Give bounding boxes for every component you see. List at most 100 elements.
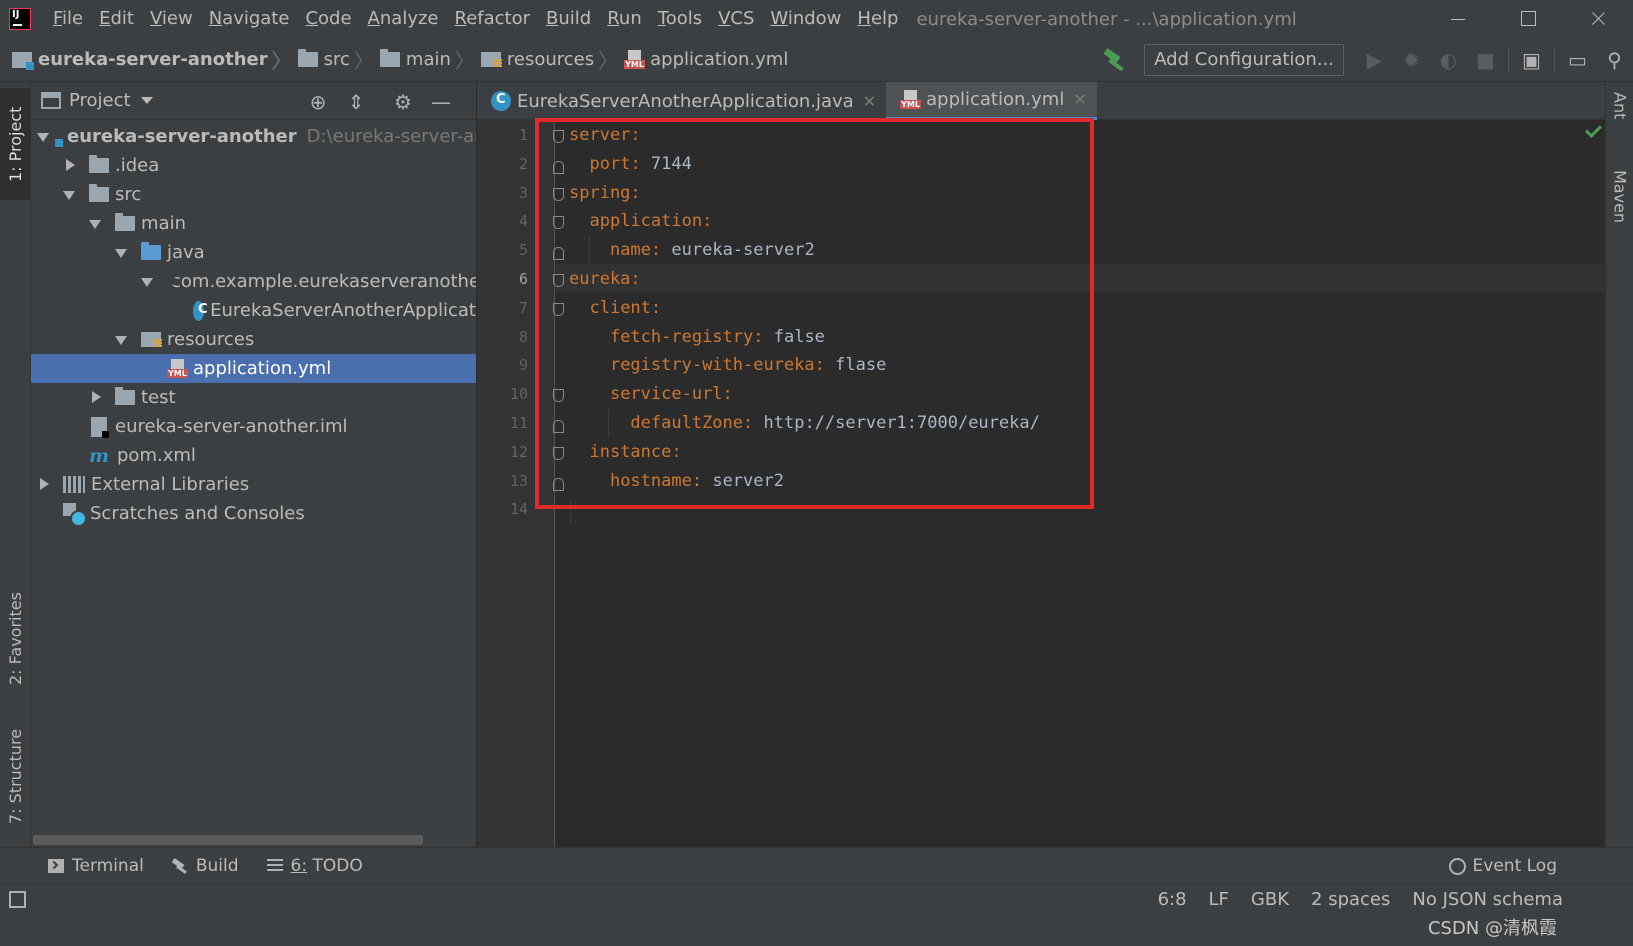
menu-analyze[interactable]: Analyze <box>360 0 447 38</box>
chevron-down-icon[interactable] <box>140 97 153 104</box>
menu-refactor[interactable]: Refactor <box>447 0 539 38</box>
tree-item-resources[interactable]: resources <box>31 325 476 354</box>
breadcrumb-src[interactable]: src 〉 <box>297 45 380 74</box>
file-encoding[interactable]: GBK <box>1251 889 1289 910</box>
tool-tab-ant[interactable]: Ant <box>1606 92 1633 152</box>
breadcrumb-label: application.yml <box>650 49 789 70</box>
json-schema-status[interactable]: No JSON schema <box>1412 889 1563 910</box>
menu-build[interactable]: Build <box>538 0 599 38</box>
tree-item-label: .idea <box>115 155 160 176</box>
tree-item-label: test <box>141 387 176 408</box>
gear-icon[interactable]: ⚙ <box>392 91 414 113</box>
project-panel-title[interactable]: Project <box>69 90 131 111</box>
search-everywhere-icon[interactable]: ⚲ <box>1596 45 1633 75</box>
menu-code[interactable]: Code <box>297 0 359 38</box>
expand-arrow-icon[interactable] <box>115 329 129 350</box>
tree-item-root[interactable]: eureka-server-another D:\eureka-server-a… <box>31 122 476 151</box>
inspection-ok-icon[interactable] <box>1583 120 1605 142</box>
tree-item-iml[interactable]: eureka-server-another.iml <box>31 412 476 441</box>
yaml-file-icon <box>900 89 921 110</box>
tree-item-pom[interactable]: m pom.xml <box>31 441 476 470</box>
menu-help[interactable]: Help <box>849 0 906 38</box>
toolbar-divider <box>1554 47 1555 73</box>
close-tab-icon[interactable]: ✕ <box>863 92 876 111</box>
run-icon[interactable]: ▶ <box>1356 45 1393 75</box>
horizontal-scrollbar[interactable] <box>33 835 423 845</box>
tree-item-scratches[interactable]: Scratches and Consoles <box>31 499 476 528</box>
tool-tab-structure[interactable]: 7: Structure <box>0 720 31 832</box>
tree-item-label: com.example.eurekaserveranothe <box>171 271 477 292</box>
breadcrumb-project[interactable]: eureka-server-another 〉 <box>12 45 298 74</box>
menu-file[interactable]: File <box>45 0 91 38</box>
stop-icon[interactable]: ■ <box>1467 45 1504 75</box>
tool-tab-label: 6: TODO <box>290 855 363 876</box>
breadcrumb-main[interactable]: main 〉 <box>379 45 481 74</box>
menu-edit[interactable]: Edit <box>91 0 142 38</box>
expand-arrow-icon[interactable] <box>141 271 153 292</box>
run-with-coverage-icon[interactable]: ◐ <box>1430 45 1467 75</box>
tool-tab-favorites[interactable]: 2: Favorites <box>0 579 31 699</box>
tree-item-idea[interactable]: .idea <box>31 151 476 180</box>
tree-item-test[interactable]: test <box>31 383 476 412</box>
tab-java-class[interactable]: EurekaServerAnotherApplication.java ✕ <box>477 82 886 120</box>
tree-item-main-class[interactable]: EurekaServerAnotherApplicat <box>31 296 476 325</box>
add-configuration-button[interactable]: Add Configuration... <box>1144 44 1344 76</box>
line-number: 5 <box>518 241 528 260</box>
tree-item-main[interactable]: main <box>31 209 476 238</box>
tool-tab-terminal[interactable]: Terminal <box>42 856 150 876</box>
collapse-all-icon[interactable]: ⇕ <box>345 91 367 113</box>
expand-arrow-icon[interactable] <box>37 126 49 147</box>
presentation-mode-icon[interactable]: ▭ <box>1559 45 1596 75</box>
minimize-button[interactable] <box>1423 0 1493 38</box>
tree-item-src[interactable]: src <box>31 180 476 209</box>
tool-tab-label: Terminal <box>72 855 144 876</box>
close-tab-icon[interactable]: ✕ <box>1073 90 1086 109</box>
collapse-arrow-icon[interactable] <box>37 474 51 495</box>
menu-navigate[interactable]: Navigate <box>201 0 298 38</box>
toolbar-divider <box>1508 47 1509 73</box>
expand-arrow-icon[interactable] <box>89 213 103 234</box>
tab-application-yml[interactable]: application.yml ✕ <box>886 82 1097 120</box>
breadcrumb-resources[interactable]: resources 〉 <box>480 45 624 74</box>
yaml-file-icon <box>167 358 188 379</box>
status-widgets: 6:8 LF GBK 2 spaces No JSON schema <box>1136 884 1563 914</box>
scratches-icon <box>63 502 87 527</box>
collapse-arrow-icon[interactable] <box>89 387 103 408</box>
expand-arrow-icon[interactable] <box>63 184 77 205</box>
locate-file-icon[interactable]: ⊕ <box>307 91 329 113</box>
tool-tab-event-log[interactable]: Event Log <box>1448 856 1557 876</box>
expand-arrow-icon[interactable] <box>115 242 129 263</box>
line-number: 4 <box>518 212 528 231</box>
collapse-arrow-icon[interactable] <box>63 155 77 176</box>
tree-item-java[interactable]: java <box>31 238 476 267</box>
menu-vcs[interactable]: VCS <box>710 0 762 38</box>
breadcrumb-file[interactable]: application.yml <box>624 49 788 70</box>
tool-tab-todo[interactable]: 6: TODO <box>261 856 369 876</box>
tree-item-application-yml[interactable]: application.yml <box>31 354 476 383</box>
line-separator[interactable]: LF <box>1209 889 1229 910</box>
java-class-icon <box>193 300 208 321</box>
tree-item-package[interactable]: com.example.eurekaserveranothe <box>31 267 476 296</box>
line-number: 7 <box>518 298 528 317</box>
hide-panel-icon[interactable]: — <box>430 91 452 113</box>
tool-tab-build[interactable]: Build <box>166 856 245 876</box>
maven-icon: m <box>89 444 110 467</box>
maximize-button[interactable] <box>1493 0 1563 38</box>
menu-tools[interactable]: Tools <box>650 0 710 38</box>
menu-window[interactable]: Window <box>762 0 849 38</box>
breadcrumb-label: src <box>323 49 350 70</box>
tree-item-external-libraries[interactable]: External Libraries <box>31 470 476 499</box>
tree-item-label: application.yml <box>193 358 332 379</box>
build-hammer-icon[interactable] <box>1100 45 1130 75</box>
project-structure-icon[interactable]: ▣ <box>1513 45 1550 75</box>
debug-icon[interactable]: ✹ <box>1393 45 1430 75</box>
toggle-tool-windows-icon[interactable] <box>9 891 26 908</box>
caret-position[interactable]: 6:8 <box>1158 889 1187 910</box>
menu-view[interactable]: View <box>142 0 201 38</box>
close-window-button[interactable] <box>1563 0 1633 38</box>
tool-tab-project[interactable]: 1: Project <box>0 88 31 200</box>
resources-folder-icon <box>480 52 502 67</box>
tool-tab-maven[interactable]: Maven <box>1606 170 1633 260</box>
indent-setting[interactable]: 2 spaces <box>1311 889 1390 910</box>
menu-run[interactable]: Run <box>599 0 650 38</box>
